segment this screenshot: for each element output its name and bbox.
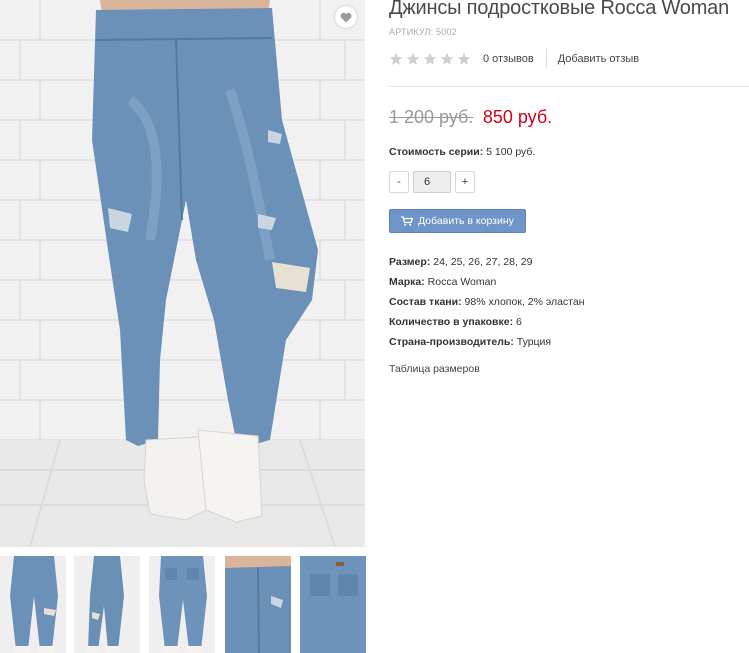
product-specs: Размер: 24, 25, 26, 27, 28, 29 Марка: Ro…	[389, 255, 585, 355]
thumbnail-front[interactable]	[0, 556, 66, 653]
old-price: 1 200 руб.	[389, 107, 474, 127]
star-icon[interactable]	[423, 52, 437, 66]
thumbnail-strip	[0, 556, 370, 653]
rating-row: 0 отзывов Добавить отзыв	[389, 49, 749, 69]
spec-pack-quantity: Количество в упаковке: 6	[389, 315, 585, 335]
quantity-decrease-button[interactable]: -	[389, 171, 409, 193]
reviews-count-link[interactable]: 0 отзывов	[483, 53, 534, 65]
spec-value: 98% хлопок, 2% эластан	[464, 296, 585, 308]
heart-icon	[340, 12, 352, 22]
thumbnail-back-pocket[interactable]	[300, 556, 366, 653]
star-icon[interactable]	[440, 52, 454, 66]
series-cost-label: Стоимость серии:	[389, 146, 484, 158]
spec-label: Количество в упаковке:	[389, 316, 514, 328]
quantity-increase-button[interactable]: +	[455, 171, 475, 193]
sku-label: АРТИКУЛ:	[389, 27, 434, 37]
section-divider	[389, 86, 749, 87]
thumbnail-back[interactable]	[149, 556, 215, 653]
star-icon[interactable]	[389, 52, 403, 66]
product-sku: АРТИКУЛ: 5002	[389, 27, 457, 37]
sale-price: 850 руб.	[482, 107, 553, 127]
sku-value: 5002	[436, 27, 457, 37]
product-title: Джинсы подростковые Rocca Woman	[389, 0, 730, 19]
rating-stars[interactable]	[389, 52, 471, 66]
favorite-button[interactable]	[335, 6, 357, 28]
quantity-stepper: - +	[389, 170, 475, 194]
add-to-cart-button[interactable]: Добавить в корзину	[389, 209, 526, 233]
spec-label: Состав ткани:	[389, 296, 462, 308]
spec-label: Размер:	[389, 256, 431, 268]
spec-value: Rocca Woman	[427, 276, 497, 288]
add-review-link[interactable]: Добавить отзыв	[558, 53, 639, 65]
thumbnail-waist-detail[interactable]	[225, 556, 291, 653]
main-product-image[interactable]	[0, 0, 365, 547]
star-icon[interactable]	[406, 52, 420, 66]
price-block: 1 200 руб. 850 руб.	[389, 107, 552, 128]
quantity-input[interactable]	[413, 171, 451, 193]
series-cost-value: 5 100 руб.	[486, 146, 536, 158]
spec-fabric: Состав ткани: 98% хлопок, 2% эластан	[389, 295, 585, 315]
rating-divider	[545, 50, 547, 68]
thumbnail-side[interactable]	[74, 556, 140, 653]
spec-label: Страна-производитель:	[389, 336, 514, 348]
size-table-link[interactable]: Таблица размеров	[389, 363, 480, 375]
cart-icon	[401, 216, 414, 226]
add-to-cart-label: Добавить в корзину	[418, 215, 514, 227]
spec-value: 6	[516, 316, 522, 328]
spec-value: 24, 25, 26, 27, 28, 29	[433, 256, 533, 268]
star-icon[interactable]	[457, 52, 471, 66]
spec-size: Размер: 24, 25, 26, 27, 28, 29	[389, 255, 585, 275]
series-cost: Стоимость серии: 5 100 руб.	[389, 146, 535, 158]
spec-country: Страна-производитель: Турция	[389, 335, 585, 355]
spec-value: Турция	[516, 336, 552, 348]
spec-label: Марка:	[389, 276, 425, 288]
spec-brand: Марка: Rocca Woman	[389, 275, 585, 295]
